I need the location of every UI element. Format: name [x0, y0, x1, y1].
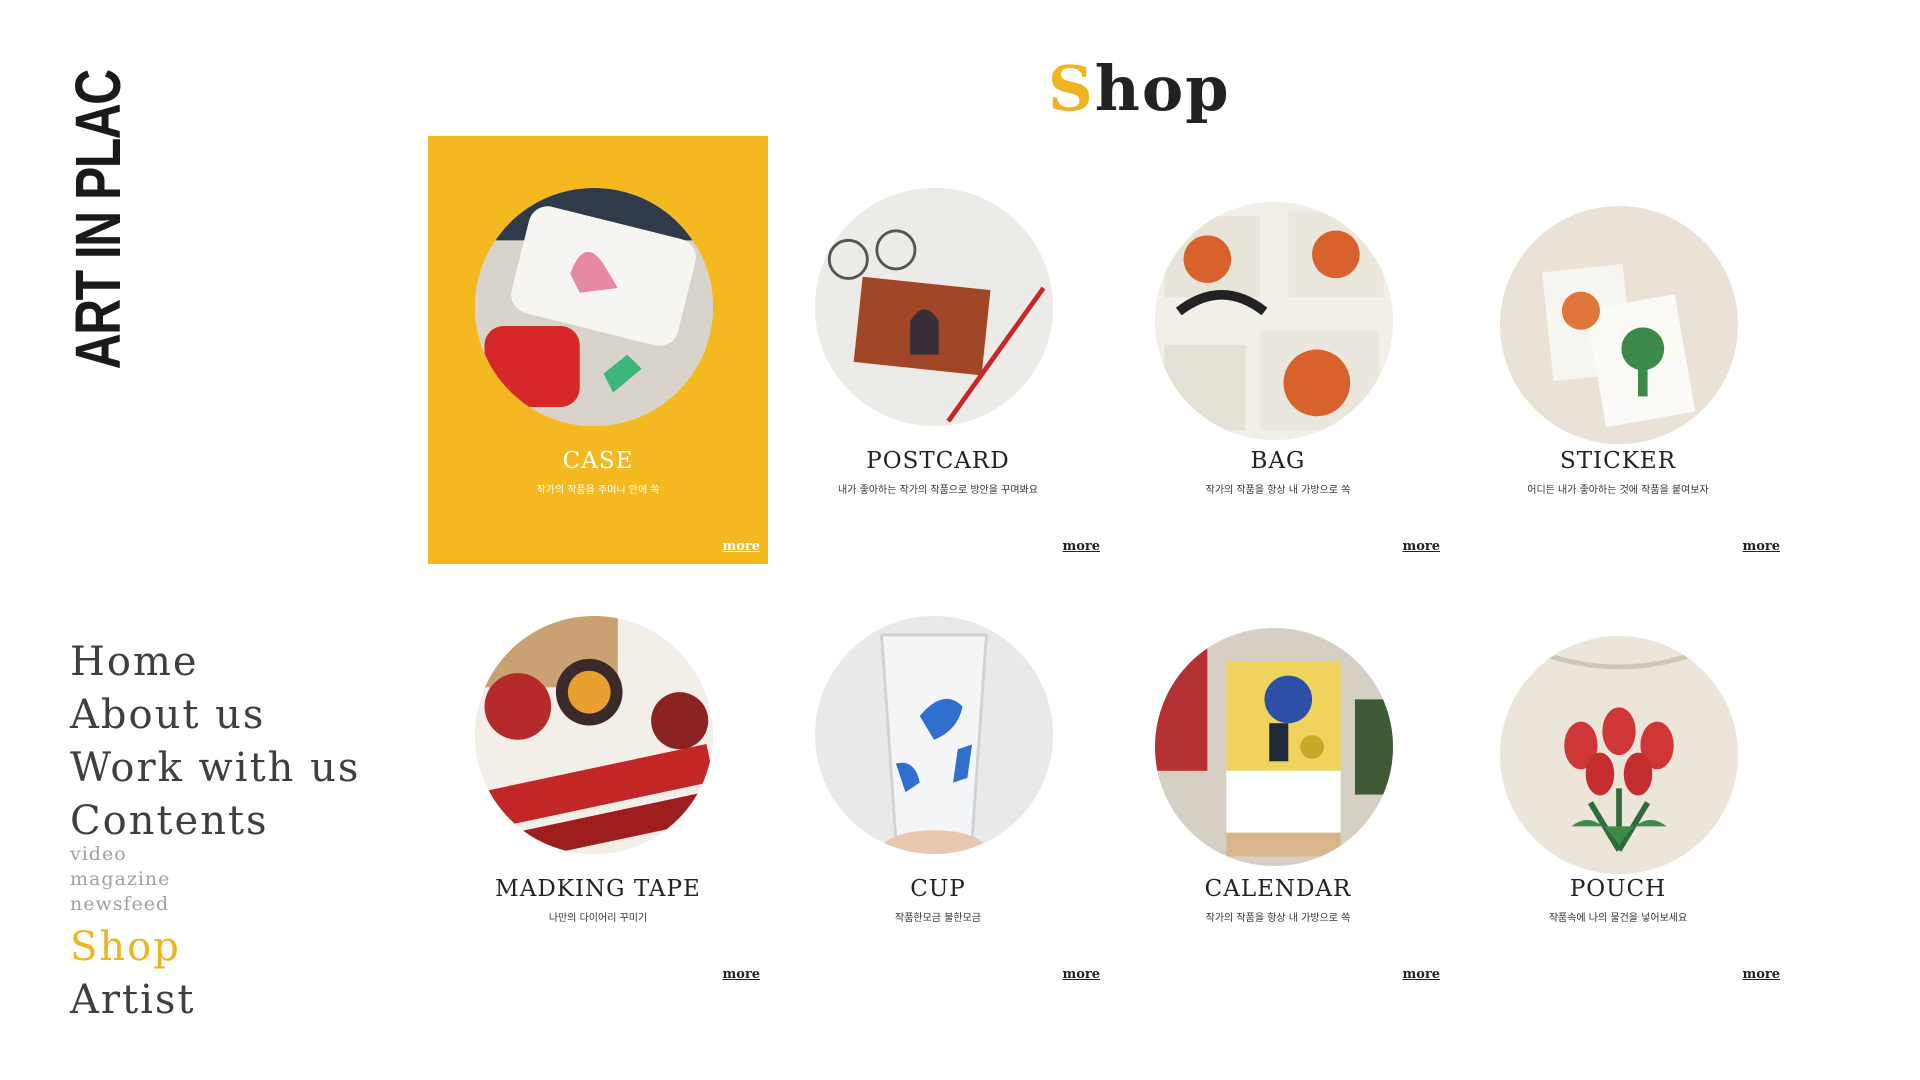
- product-title: CUP: [910, 876, 966, 902]
- nav-contents[interactable]: Contents: [70, 795, 360, 848]
- tape-image: [475, 616, 713, 854]
- pouch-image: [1500, 636, 1738, 874]
- product-title: MADKING TAPE: [495, 876, 701, 902]
- product-description: 나만의 다이어리 꾸미기: [548, 913, 648, 924]
- product-card-cup[interactable]: CUP 작품한모금 불한모금 more: [768, 564, 1108, 992]
- product-title: BAG: [1250, 448, 1306, 474]
- product-description: 작가의 작품을 항상 내 가방으로 쏙: [1205, 485, 1351, 496]
- product-description: 내가 좋아하는 작가의 작품으로 방안을 꾸며봐요: [838, 485, 1038, 496]
- calendar-image: [1155, 628, 1393, 866]
- product-description: 어디든 내가 좋아하는 것에 작품을 붙여보자: [1527, 485, 1709, 496]
- nav-home[interactable]: Home: [70, 636, 360, 689]
- cup-image: [815, 616, 1053, 854]
- product-description: 작품속에 나의 물건을 넣어보세요: [1548, 913, 1688, 924]
- product-title: POUCH: [1569, 876, 1667, 902]
- more-link[interactable]: more: [722, 539, 760, 554]
- sticker-image: [1500, 206, 1738, 444]
- more-link[interactable]: more: [1062, 967, 1100, 982]
- product-card-case[interactable]: CASE 작가의 작품을 주머니 안에 쏙 more: [428, 136, 768, 564]
- more-link[interactable]: more: [1402, 539, 1440, 554]
- more-link[interactable]: more: [1742, 539, 1780, 554]
- bag-image: [1155, 202, 1393, 440]
- product-title: CALENDAR: [1204, 876, 1352, 902]
- product-card-calendar[interactable]: CALENDAR 작가의 작품을 항상 내 가방으로 쏙 more: [1108, 564, 1448, 992]
- product-description: 작품한모금 불한모금: [895, 913, 981, 924]
- nav-shop[interactable]: Shop: [70, 921, 360, 974]
- nav-artist[interactable]: Artist: [70, 974, 360, 1027]
- product-description: 작가의 작품을 주머니 안에 쏙: [536, 485, 660, 496]
- main-nav: Home About us Work with us Contents vide…: [70, 636, 360, 1027]
- nav-sub-magazine[interactable]: magazine: [70, 867, 360, 892]
- product-description: 작가의 작품을 항상 내 가방으로 쏙: [1205, 913, 1351, 924]
- product-card-postcard[interactable]: POSTCARD 내가 좋아하는 작가의 작품으로 방안을 꾸며봐요 more: [768, 136, 1108, 564]
- postcard-image: [815, 188, 1053, 426]
- product-title: STICKER: [1559, 448, 1677, 474]
- more-link[interactable]: more: [722, 967, 760, 982]
- product-card-bag[interactable]: BAG 작가의 작품을 항상 내 가방으로 쏙 more: [1108, 136, 1448, 564]
- nav-sub-newsfeed[interactable]: newsfeed: [70, 892, 360, 917]
- page-title-rest: hop: [1094, 52, 1231, 125]
- nav-work-with-us[interactable]: Work with us: [70, 742, 360, 795]
- product-title: CASE: [562, 448, 634, 474]
- phone-case-image: [475, 188, 713, 426]
- page-title: Shop: [1048, 52, 1231, 125]
- product-card-pouch[interactable]: POUCH 작품속에 나의 물건을 넣어보세요 more: [1448, 564, 1788, 992]
- product-title: POSTCARD: [866, 448, 1010, 474]
- product-card-tape[interactable]: MADKING TAPE 나만의 다이어리 꾸미기 more: [428, 564, 768, 992]
- more-link[interactable]: more: [1062, 539, 1100, 554]
- page-title-initial: S: [1048, 52, 1095, 125]
- product-card-sticker[interactable]: STICKER 어디든 내가 좋아하는 것에 작품을 붙여보자 more: [1448, 136, 1788, 564]
- more-link[interactable]: more: [1402, 967, 1440, 982]
- brand-logo-text: ART IN PLACE: [68, 68, 128, 370]
- brand-logo[interactable]: ART IN PLACE: [68, 68, 128, 416]
- nav-about-us[interactable]: About us: [70, 689, 360, 742]
- more-link[interactable]: more: [1742, 967, 1780, 982]
